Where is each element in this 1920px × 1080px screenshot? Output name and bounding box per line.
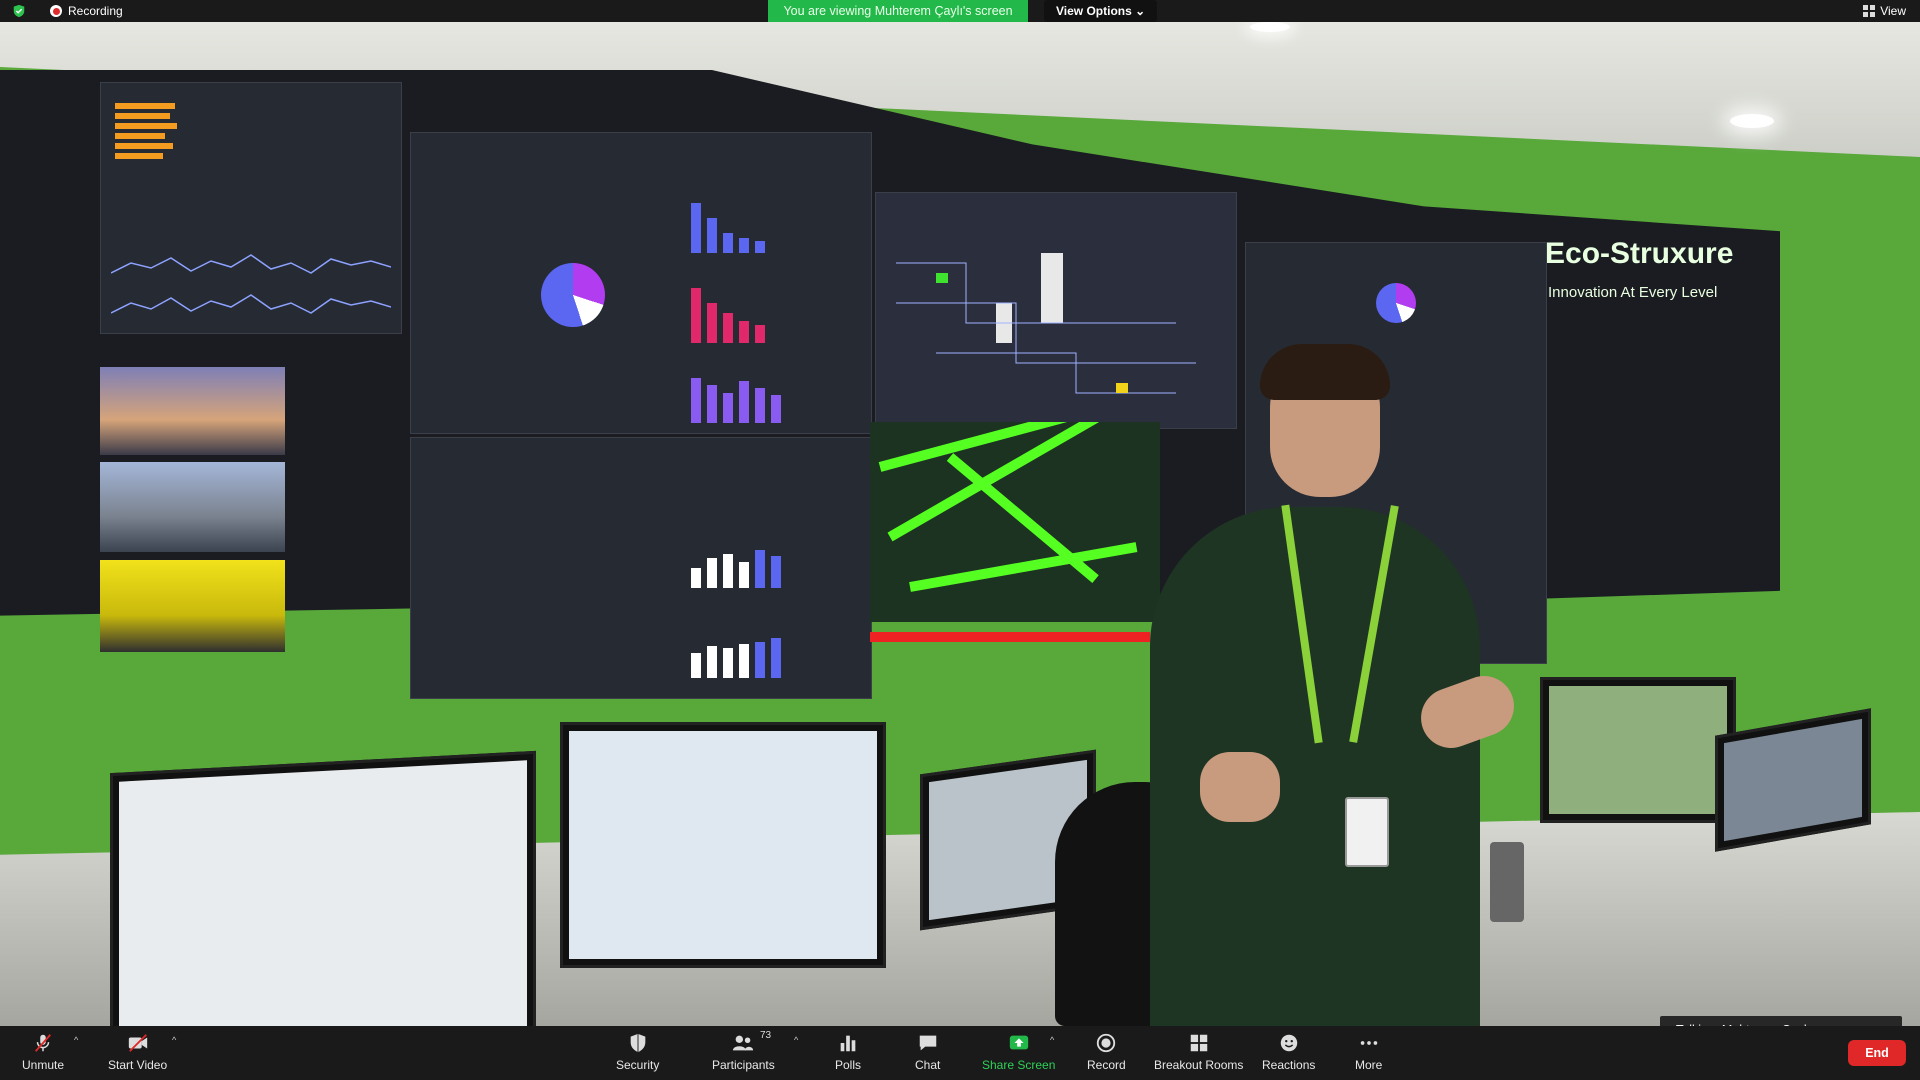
more-label: More xyxy=(1355,1058,1383,1072)
desk-monitor xyxy=(1540,677,1736,823)
chevron-down-icon: ⌄ xyxy=(1135,4,1146,18)
bar-chart-graphic xyxy=(691,618,781,678)
share-screen-button[interactable]: Share Screen xyxy=(982,1032,1055,1072)
plant-photo xyxy=(100,367,285,455)
ceiling-light xyxy=(1730,114,1774,128)
screen-share-banner: You are viewing Muhterem Çaylı's screen xyxy=(768,0,1028,22)
participants-button[interactable]: 73 Participants xyxy=(712,1030,775,1072)
recording-label: Recording xyxy=(68,4,123,18)
dashboard-panel xyxy=(410,132,872,434)
participants-icon xyxy=(733,1035,754,1051)
view-button[interactable]: View xyxy=(1863,4,1906,18)
pie-chart-graphic xyxy=(541,263,605,327)
video-off-icon xyxy=(128,1034,147,1052)
view-options-label: View Options xyxy=(1056,4,1132,18)
share-screen-label: Share Screen xyxy=(982,1058,1056,1072)
process-diagram-graphic xyxy=(896,253,1196,394)
security-label: Security xyxy=(616,1058,660,1072)
chat-button[interactable]: Chat xyxy=(915,1032,940,1072)
meeting-toolbar: Unmute ^ Start Video ^ Security 73 Parti… xyxy=(0,1026,1920,1080)
shield-icon xyxy=(630,1033,646,1053)
polls-label: Polls xyxy=(835,1058,862,1072)
cup xyxy=(1490,842,1524,922)
unmute-button[interactable]: Unmute xyxy=(22,1032,64,1072)
bar-chart-graphic xyxy=(691,373,781,423)
plant-photo xyxy=(100,560,285,652)
end-meeting-button[interactable]: End xyxy=(1848,1040,1906,1066)
horizontal-bars xyxy=(115,103,177,159)
desk-monitor xyxy=(560,722,886,968)
presenter-hair xyxy=(1260,344,1390,400)
shared-video: Eco‑Struxure Innovation At Every Level T… xyxy=(0,22,1920,1026)
dashboard-panel xyxy=(100,82,402,334)
line-chart-graphic xyxy=(111,254,391,314)
start-video-label: Start Video xyxy=(108,1058,168,1072)
unmute-label: Unmute xyxy=(22,1058,65,1072)
breakout-rooms-label: Breakout Rooms xyxy=(1154,1058,1244,1072)
breakout-rooms-icon xyxy=(1190,1034,1207,1052)
presenter-hand xyxy=(1200,752,1280,822)
shield-icon xyxy=(13,4,25,18)
smiley-icon xyxy=(1280,1034,1297,1052)
brand-tagline: Innovation At Every Level xyxy=(1548,284,1718,301)
view-label: View xyxy=(1880,4,1906,18)
reactions-label: Reactions xyxy=(1262,1058,1316,1072)
record-dot-icon xyxy=(50,5,62,17)
muted-mic-icon xyxy=(34,1034,52,1052)
ceiling-light xyxy=(1250,22,1290,32)
recording-indicator[interactable]: Recording xyxy=(12,4,123,18)
record-label: Record xyxy=(1087,1058,1126,1072)
start-video-button[interactable]: Start Video xyxy=(108,1032,167,1072)
participants-count: 73 xyxy=(760,1030,772,1041)
polls-button[interactable]: Polls xyxy=(835,1032,861,1072)
pie-chart-graphic xyxy=(1376,283,1416,323)
alarm-strip xyxy=(870,632,1150,642)
share-screen-icon xyxy=(1009,1035,1028,1050)
more-dots-icon xyxy=(1360,1041,1377,1045)
security-button[interactable]: Security xyxy=(616,1032,659,1072)
more-button[interactable]: More xyxy=(1355,1032,1382,1072)
record-icon xyxy=(1097,1033,1116,1053)
process-diagram-panel xyxy=(875,192,1237,429)
brand-logo: Eco‑Struxure xyxy=(1545,237,1734,270)
bar-chart-icon xyxy=(840,1035,856,1052)
talking-indicator: Talking: Muhterem Çaylı xyxy=(1660,1016,1902,1026)
chat-label: Chat xyxy=(915,1058,941,1072)
plant-photo xyxy=(100,462,285,552)
share-options-caret[interactable]: ^ xyxy=(1050,1035,1054,1045)
audio-options-caret[interactable]: ^ xyxy=(74,1035,78,1045)
bar-chart-graphic xyxy=(691,528,781,588)
participants-options-caret[interactable]: ^ xyxy=(794,1035,798,1045)
video-options-caret[interactable]: ^ xyxy=(172,1035,176,1045)
reactions-button[interactable]: Reactions xyxy=(1262,1032,1315,1072)
3d-pipe-model xyxy=(870,422,1160,622)
id-badge xyxy=(1345,797,1389,867)
participants-label: Participants xyxy=(712,1058,775,1072)
desk-monitor xyxy=(110,750,536,1026)
view-options-button[interactable]: View Options ⌄ xyxy=(1044,0,1158,22)
grid-view-icon xyxy=(1863,5,1876,17)
bar-chart-graphic xyxy=(691,283,765,343)
breakout-rooms-button[interactable]: Breakout Rooms xyxy=(1154,1032,1243,1072)
bar-chart-graphic xyxy=(691,173,765,253)
top-bar: Recording You are viewing Muhterem Çaylı… xyxy=(0,0,1920,22)
dashboard-panel xyxy=(410,437,872,699)
chat-bubble-icon xyxy=(919,1035,936,1051)
record-button[interactable]: Record xyxy=(1087,1032,1126,1072)
